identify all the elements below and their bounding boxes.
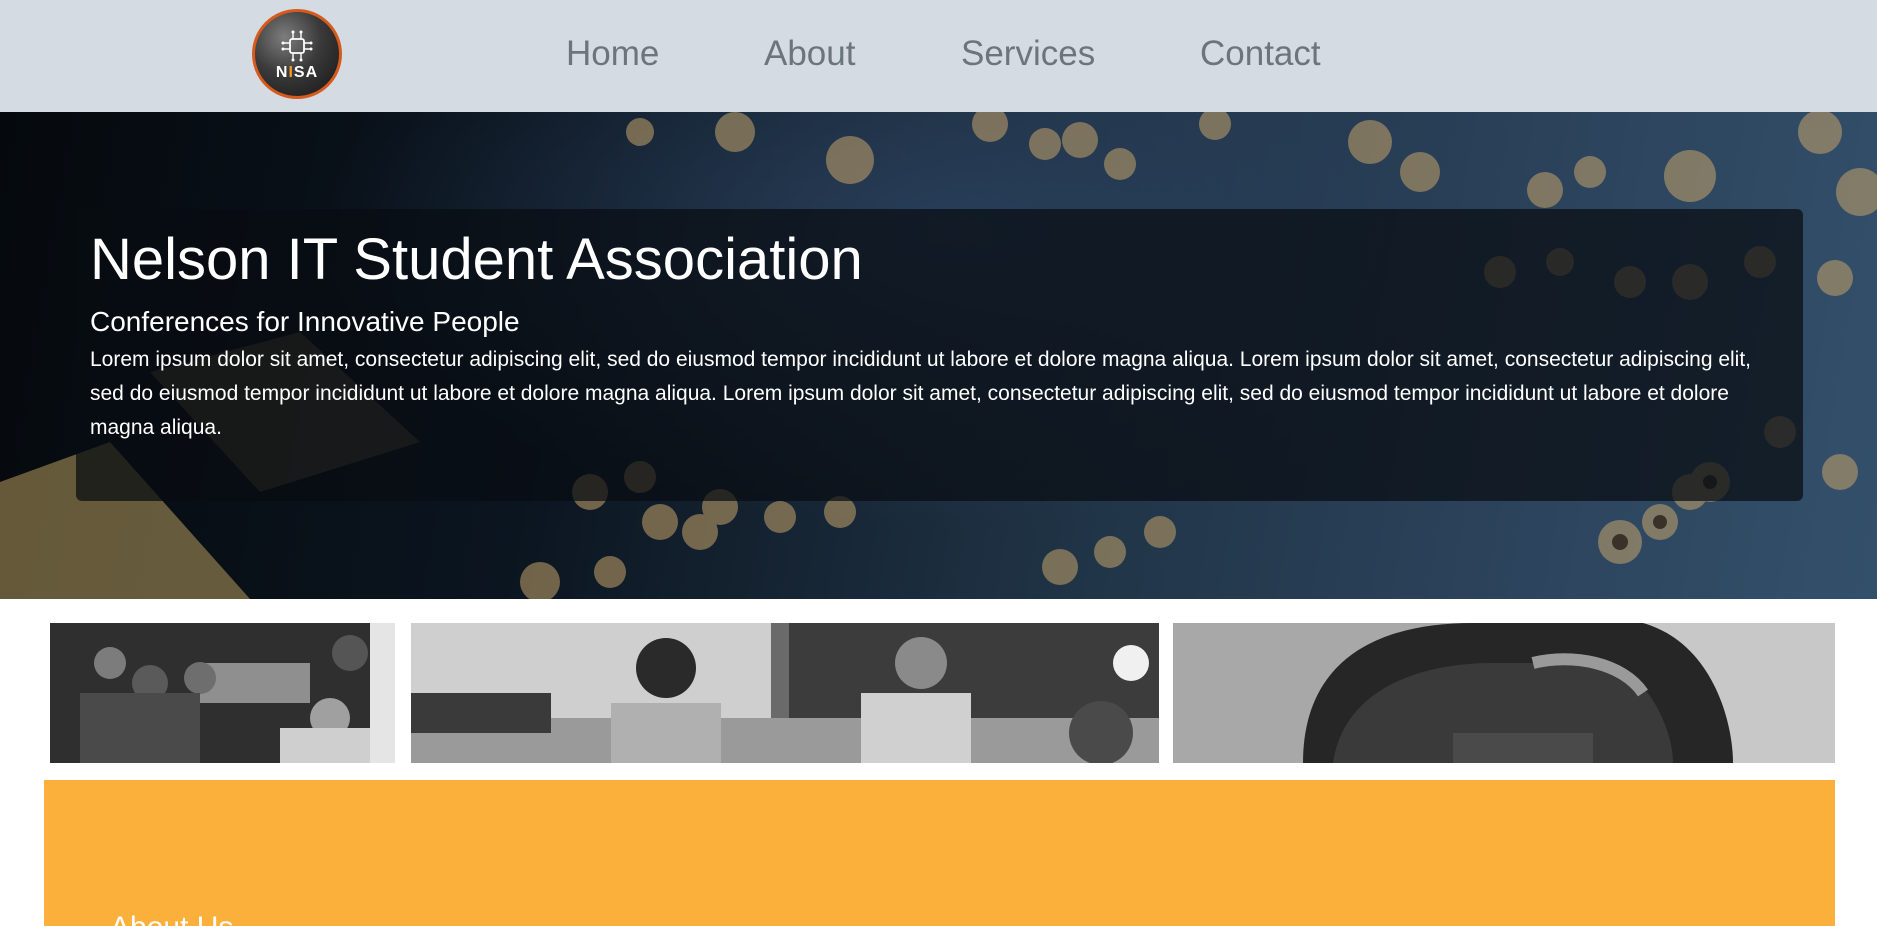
- nav-link-services[interactable]: Services: [961, 32, 1095, 76]
- nav-link-about[interactable]: About: [764, 32, 855, 76]
- hero-subtitle: Conferences for Innovative People: [90, 306, 520, 337]
- hero-panel: Nelson IT Student Association Conference…: [76, 209, 1803, 501]
- about-heading: About Us: [110, 910, 233, 926]
- navbar: NISA Home About Services Contact: [0, 0, 1877, 112]
- nav-link-home[interactable]: Home: [566, 32, 659, 76]
- students-photo-3-image: [1173, 623, 1835, 763]
- logo-text: NISA: [276, 64, 318, 82]
- students-photo-2: [411, 623, 1159, 763]
- students-photo-1-image: [50, 623, 395, 763]
- logo-text-suffix: SA: [293, 63, 319, 81]
- students-photo-2-image: [411, 623, 1159, 763]
- about-section: About Us: [44, 780, 1835, 926]
- hero-description: Lorem ipsum dolor sit amet, consectetur …: [90, 348, 1752, 439]
- students-photo-3: [1173, 623, 1835, 763]
- logo[interactable]: NISA: [252, 9, 342, 99]
- nav-link-contact[interactable]: Contact: [1200, 32, 1321, 76]
- logo-text-prefix: N: [275, 63, 289, 81]
- hero-title: Nelson IT Student Association: [90, 227, 863, 292]
- students-photo-1: [50, 623, 395, 763]
- hero-section: Nelson IT Student Association Conference…: [0, 112, 1877, 599]
- circuit-chip-icon: [281, 30, 313, 61]
